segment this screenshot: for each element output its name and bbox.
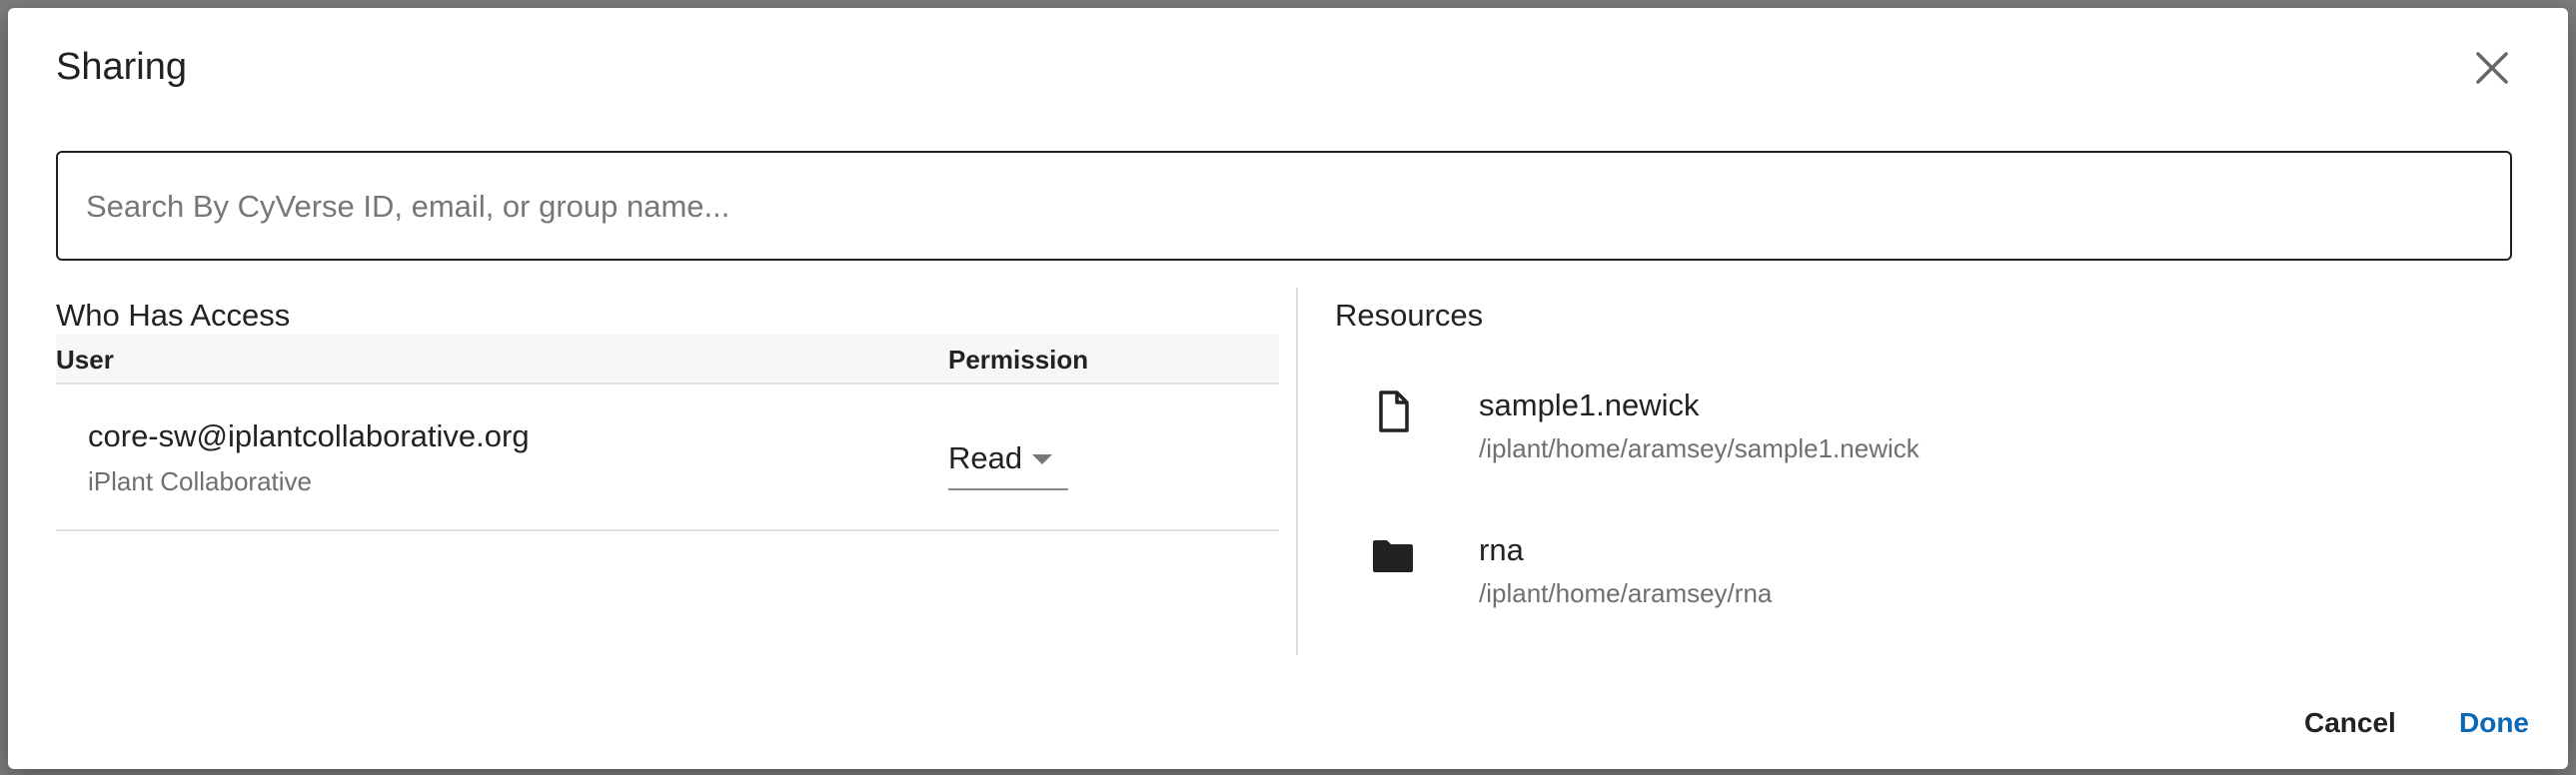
resource-item: sample1.newick /iplant/home/aramsey/samp… <box>1335 388 2514 507</box>
resources-title: Resources <box>1335 298 1484 333</box>
column-header-permission: Permission <box>948 345 1089 375</box>
permission-select[interactable]: Read <box>948 438 1068 490</box>
resource-name: sample1.newick <box>1479 388 1700 422</box>
resource-path: /iplant/home/aramsey/rna <box>1479 578 1773 608</box>
close-icon <box>2476 52 2508 84</box>
table-row: core-sw@iplantcollaborative.org iPlant C… <box>56 385 1279 531</box>
sharing-dialog: Sharing Who Has Access User Permission c… <box>8 8 2568 769</box>
search-input[interactable] <box>84 153 2486 261</box>
resource-item: rna /iplant/home/aramsey/rna <box>1335 532 2514 652</box>
panel-divider <box>1296 288 1298 655</box>
done-button[interactable]: Done <box>2459 707 2529 739</box>
dialog-title: Sharing <box>56 46 187 88</box>
access-table-header: User Permission <box>56 335 1279 385</box>
folder-icon <box>1373 540 1413 572</box>
close-button[interactable] <box>2474 50 2510 86</box>
user-name: iPlant Collaborative <box>88 466 313 496</box>
resource-name: rna <box>1479 532 1524 567</box>
who-has-access-title: Who Has Access <box>56 298 291 333</box>
dropdown-arrow-icon <box>1032 454 1052 464</box>
cancel-button[interactable]: Cancel <box>2304 707 2396 739</box>
file-icon <box>1379 390 1409 432</box>
resource-path: /iplant/home/aramsey/sample1.newick <box>1479 433 1920 463</box>
permission-value: Read <box>948 440 1023 475</box>
search-field[interactable] <box>56 151 2512 261</box>
column-header-user: User <box>56 345 114 375</box>
user-email: core-sw@iplantcollaborative.org <box>88 418 530 453</box>
